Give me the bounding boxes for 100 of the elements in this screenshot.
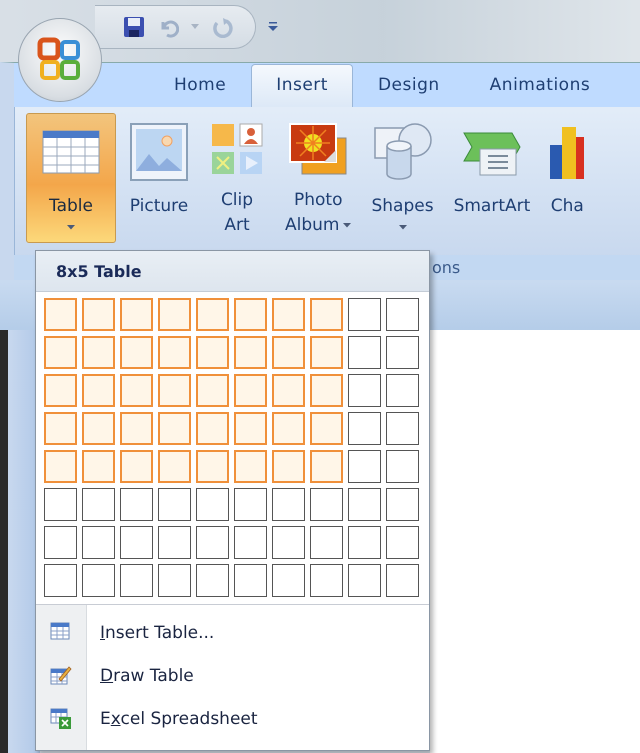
table-grid-cell[interactable]	[158, 374, 191, 407]
table-grid-cell[interactable]	[44, 488, 77, 521]
table-grid-cell[interactable]	[310, 412, 343, 445]
save-button[interactable]	[123, 16, 145, 38]
ribbon-tab[interactable]: Home	[149, 64, 252, 107]
table-grid-cell[interactable]	[234, 488, 267, 521]
table-grid-cell[interactable]	[272, 412, 305, 445]
table-grid-cell[interactable]	[196, 412, 229, 445]
table-grid-cell[interactable]	[310, 450, 343, 483]
table-grid-cell[interactable]	[348, 412, 381, 445]
table-grid-cell[interactable]	[120, 374, 153, 407]
table-grid-cell[interactable]	[310, 564, 343, 597]
table-grid-cell[interactable]	[44, 564, 77, 597]
menu-item[interactable]: Draw Table	[36, 654, 429, 697]
table-grid-cell[interactable]	[272, 526, 305, 559]
table-grid-cell[interactable]	[272, 564, 305, 597]
ribbon-button[interactable]: Photo Album	[278, 113, 358, 243]
table-grid-cell[interactable]	[120, 488, 153, 521]
spreadsheet-icon	[50, 708, 72, 730]
table-grid-cell[interactable]	[120, 298, 153, 331]
table-grid-cell[interactable]	[44, 374, 77, 407]
table-grid-cell[interactable]	[310, 526, 343, 559]
table-grid-cell[interactable]	[234, 526, 267, 559]
table-grid-cell[interactable]	[386, 336, 419, 369]
table-grid-cell[interactable]	[82, 298, 115, 331]
table-grid-cell[interactable]	[234, 412, 267, 445]
table-grid-cell[interactable]	[234, 450, 267, 483]
table-grid-cell[interactable]	[234, 298, 267, 331]
table-grid-cell[interactable]	[158, 488, 191, 521]
table-grid-cell[interactable]	[272, 488, 305, 521]
landscape-picture-icon	[129, 122, 189, 182]
ribbon-tab[interactable]: Animations	[464, 64, 616, 107]
table-grid-cell[interactable]	[158, 526, 191, 559]
table-grid-cell[interactable]	[82, 526, 115, 559]
table-grid-cell[interactable]	[196, 564, 229, 597]
table-grid-cell[interactable]	[386, 488, 419, 521]
table-grid-cell[interactable]	[82, 450, 115, 483]
ribbon-tab[interactable]: Insert	[251, 64, 353, 107]
table-grid-cell[interactable]	[348, 564, 381, 597]
table-grid-cell[interactable]	[348, 526, 381, 559]
table-grid-cell[interactable]	[348, 298, 381, 331]
table-grid-cell[interactable]	[386, 526, 419, 559]
table-grid-cell[interactable]	[272, 336, 305, 369]
table-grid-cell[interactable]	[310, 336, 343, 369]
table-grid-cell[interactable]	[44, 526, 77, 559]
table-grid-cell[interactable]	[348, 488, 381, 521]
table-grid-cell[interactable]	[386, 298, 419, 331]
table-grid-cell[interactable]	[158, 298, 191, 331]
table-grid-cell[interactable]	[158, 564, 191, 597]
table-grid-cell[interactable]	[82, 412, 115, 445]
table-grid-cell[interactable]	[310, 488, 343, 521]
table-grid-cell[interactable]	[196, 336, 229, 369]
menu-item[interactable]: Excel Spreadsheet	[36, 697, 429, 740]
table-grid-cell[interactable]	[386, 564, 419, 597]
table-grid-cell[interactable]	[196, 488, 229, 521]
table-size-label: 8x5 Table	[56, 262, 142, 280]
table-grid-cell[interactable]	[120, 412, 153, 445]
table-grid-cell[interactable]	[310, 374, 343, 407]
table-grid-cell[interactable]	[120, 564, 153, 597]
ribbon-tab[interactable]: Design	[352, 64, 465, 107]
table-grid-cell[interactable]	[120, 450, 153, 483]
table-grid-cell[interactable]	[158, 450, 191, 483]
table-grid-cell[interactable]	[386, 412, 419, 445]
ribbon-button[interactable]: SmartArt	[446, 113, 538, 243]
table-grid-cell[interactable]	[82, 336, 115, 369]
table-grid-cell[interactable]	[82, 488, 115, 521]
customize-toolbar-button[interactable]	[268, 22, 278, 32]
table-grid-cell[interactable]	[272, 374, 305, 407]
ribbon-button[interactable]: Table	[26, 113, 116, 243]
ribbon-button[interactable]: Clip Art	[202, 113, 272, 243]
table-grid-cell[interactable]	[386, 374, 419, 407]
ribbon-button[interactable]: Shapes	[364, 113, 441, 243]
table-grid-cell[interactable]	[44, 298, 77, 331]
table-grid-cell[interactable]	[44, 450, 77, 483]
table-grid-cell[interactable]	[272, 298, 305, 331]
table-grid-cell[interactable]	[234, 374, 267, 407]
table-grid-cell[interactable]	[196, 374, 229, 407]
table-grid-cell[interactable]	[158, 336, 191, 369]
table-grid-cell[interactable]	[196, 450, 229, 483]
table-grid-cell[interactable]	[272, 450, 305, 483]
table-grid-cell[interactable]	[386, 450, 419, 483]
table-grid-cell[interactable]	[120, 526, 153, 559]
table-grid-cell[interactable]	[82, 374, 115, 407]
table-grid-cell[interactable]	[348, 374, 381, 407]
table-grid-cell[interactable]	[44, 412, 77, 445]
table-grid-cell[interactable]	[82, 564, 115, 597]
table-grid-cell[interactable]	[348, 450, 381, 483]
table-grid-cell[interactable]	[44, 336, 77, 369]
table-grid-cell[interactable]	[234, 564, 267, 597]
table-grid-cell[interactable]	[196, 298, 229, 331]
caret-icon	[191, 24, 199, 30]
table-grid-cell[interactable]	[158, 412, 191, 445]
ribbon-button[interactable]: Picture	[122, 113, 196, 243]
table-grid-cell[interactable]	[196, 526, 229, 559]
table-grid-cell[interactable]	[310, 298, 343, 331]
table-grid-cell[interactable]	[120, 336, 153, 369]
menu-item[interactable]: Insert Table...	[36, 611, 429, 654]
table-grid-cell[interactable]	[234, 336, 267, 369]
ribbon-button[interactable]: Cha	[543, 113, 592, 243]
table-grid-cell[interactable]	[348, 336, 381, 369]
